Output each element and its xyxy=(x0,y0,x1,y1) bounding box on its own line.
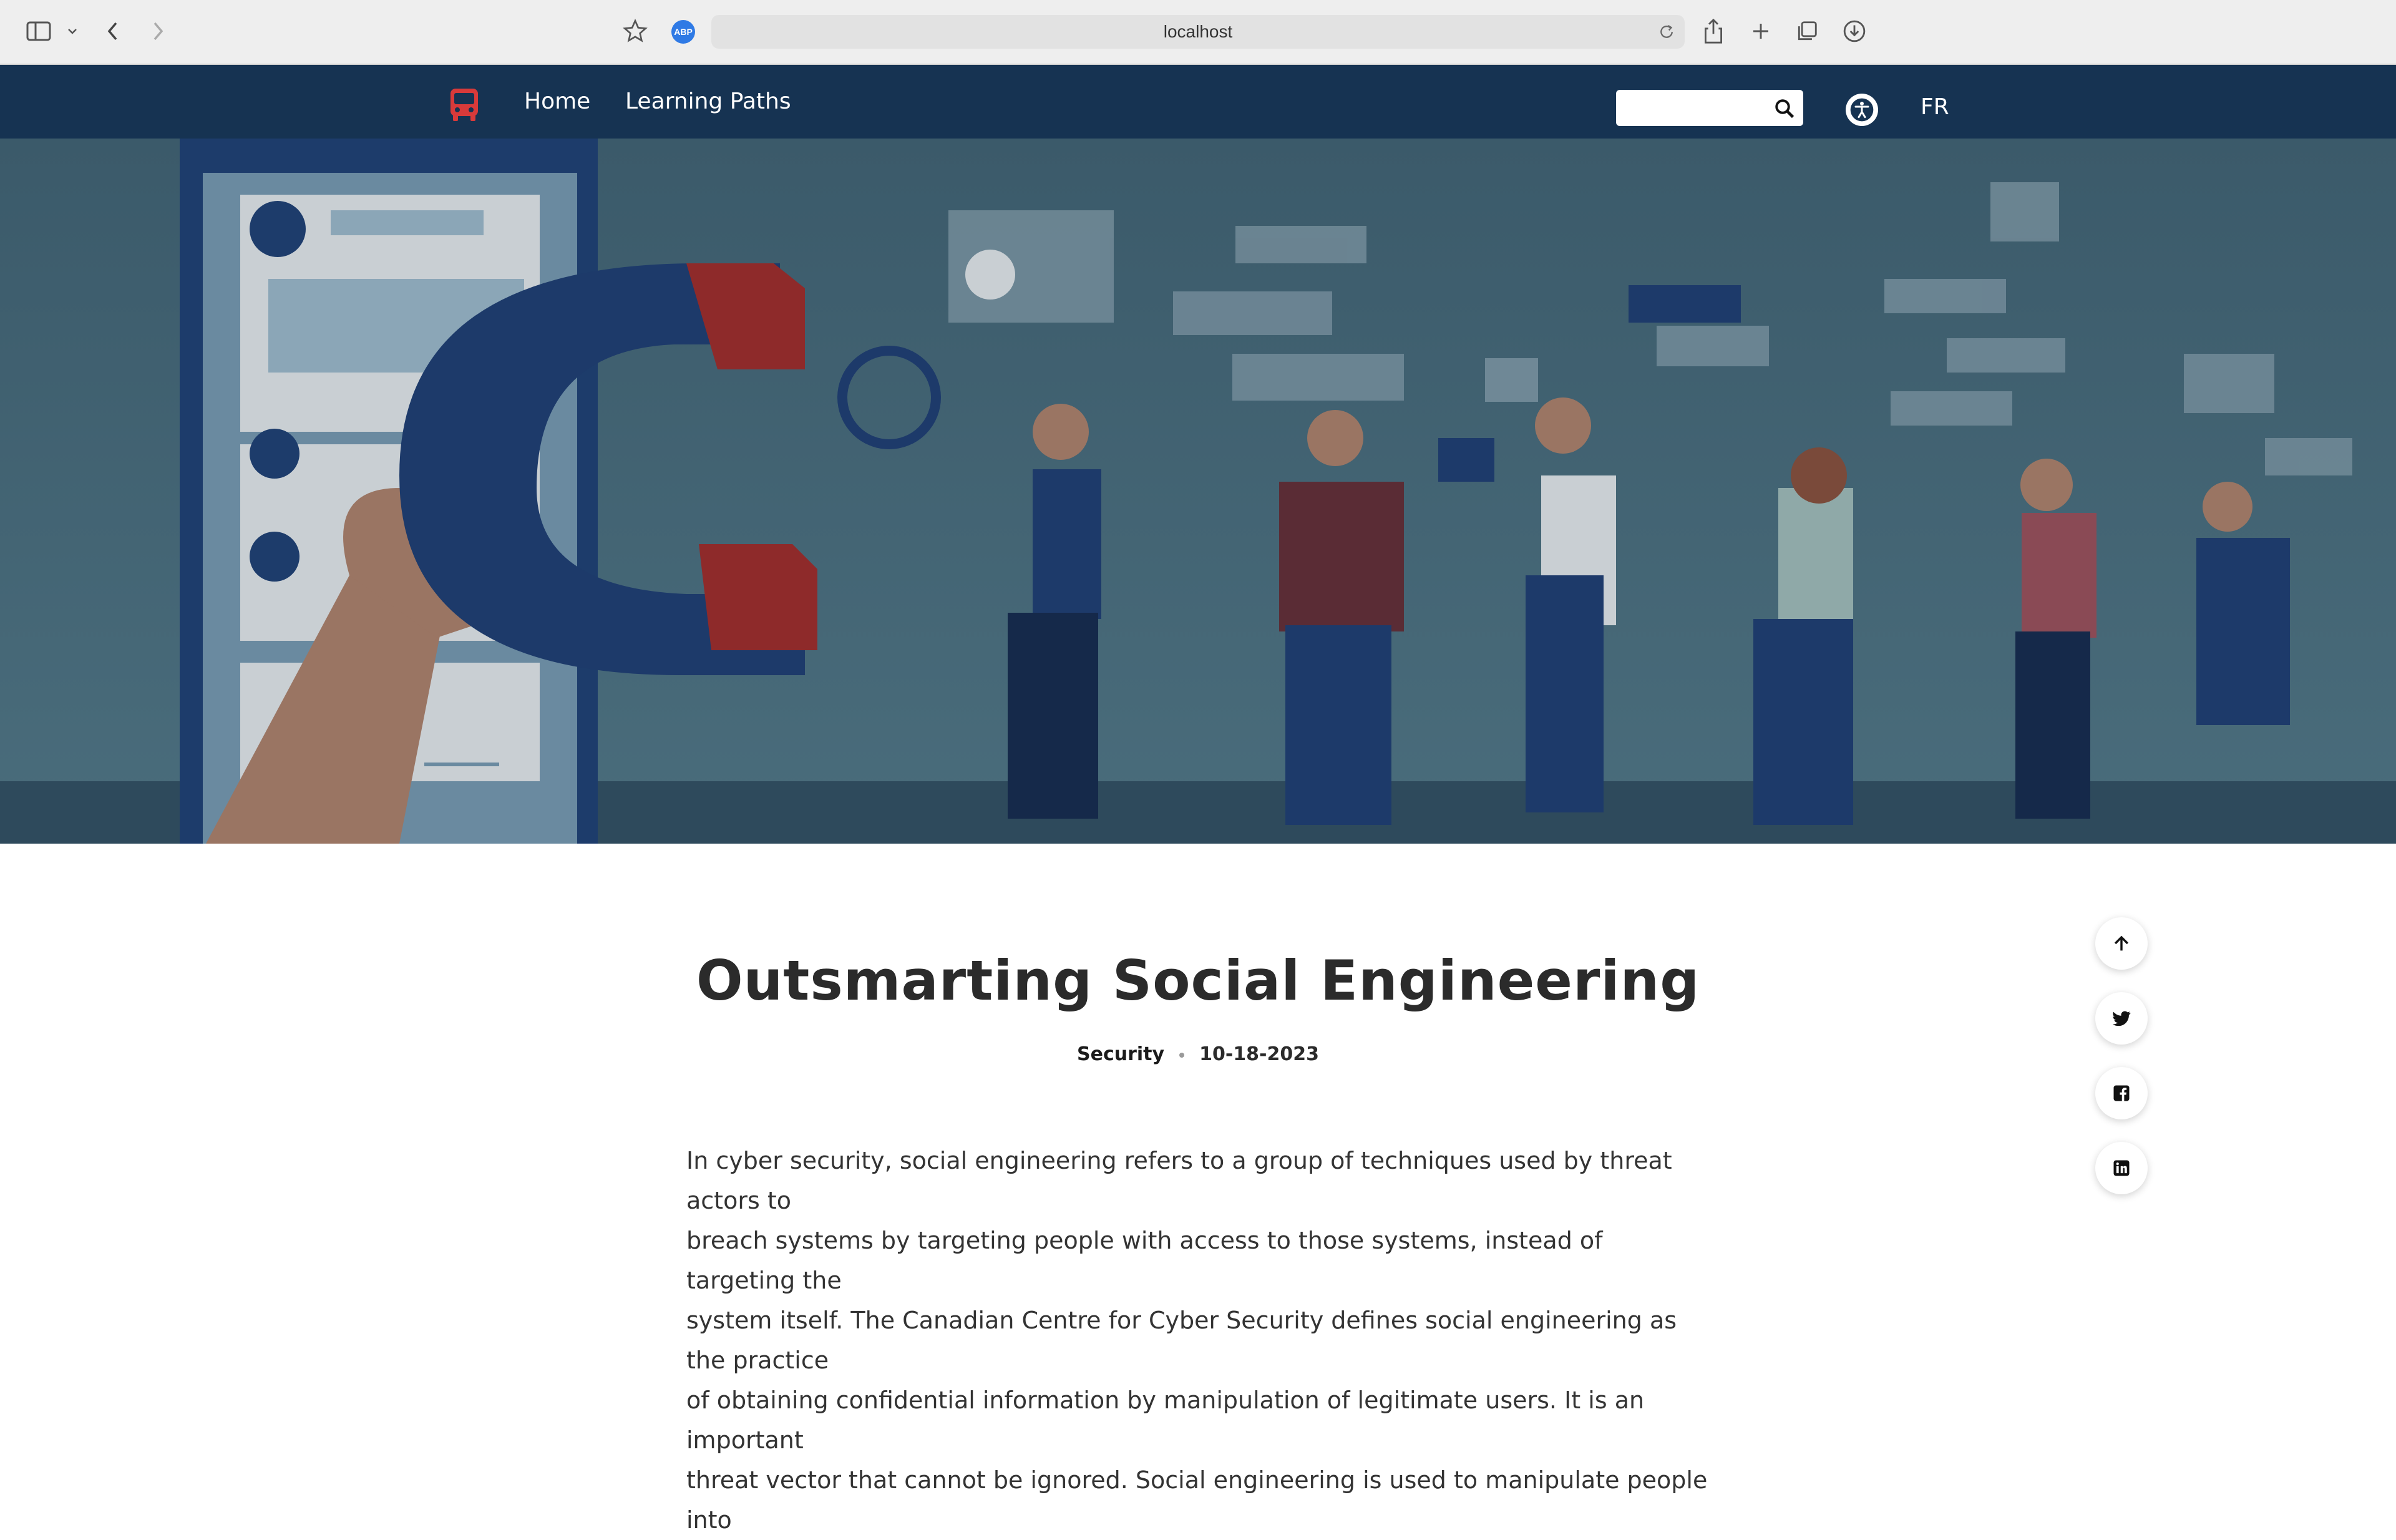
tabs-icon[interactable] xyxy=(1793,15,1821,47)
hero-illustration xyxy=(0,139,2396,844)
download-icon[interactable] xyxy=(1841,15,1868,47)
site-navbar: Home Learning Paths FR xyxy=(0,65,2396,139)
browser-toolbar: ABP localhost xyxy=(0,0,2396,65)
sidebar-icon[interactable] xyxy=(25,15,52,47)
body-line: of obtaining confidential information by… xyxy=(686,1386,1645,1454)
language-toggle[interactable]: FR xyxy=(1921,65,1949,150)
bus-icon[interactable] xyxy=(448,87,480,125)
body-line: system itself. The Canadian Centre for C… xyxy=(686,1307,1677,1374)
adblock-extension-icon[interactable]: ABP xyxy=(671,20,695,44)
article-body: In cyber security, social engineering re… xyxy=(686,1141,1716,1540)
body-line: threat vector that cannot be ignored. So… xyxy=(686,1466,1708,1534)
accessibility-icon[interactable] xyxy=(1846,94,1878,126)
publish-date: 10-18-2023 xyxy=(1199,1043,1319,1065)
back-to-top-button[interactable] xyxy=(2095,917,2148,970)
arrow-up-icon xyxy=(2114,935,2129,951)
body-line: In cyber security, social engineering re… xyxy=(686,1147,1672,1214)
search-box[interactable] xyxy=(1616,90,1803,126)
body-line: breach systems by targeting people with … xyxy=(686,1227,1603,1294)
reload-icon[interactable] xyxy=(1657,22,1676,41)
chevron-down-icon[interactable] xyxy=(65,15,80,47)
share-linkedin-button[interactable] xyxy=(2095,1142,2148,1194)
article-title: Outsmarting Social Engineering xyxy=(696,948,1700,1013)
twitter-icon xyxy=(2112,1011,2131,1026)
category-link[interactable]: Security xyxy=(1077,1043,1164,1065)
new-tab-icon[interactable] xyxy=(1747,15,1775,47)
separator-dot xyxy=(1179,1052,1185,1058)
share-twitter-button[interactable] xyxy=(2095,992,2148,1045)
url-text[interactable]: localhost xyxy=(711,15,1685,49)
address-bar[interactable]: localhost xyxy=(711,15,1685,49)
forward-icon[interactable] xyxy=(149,15,167,47)
nav-link-home[interactable]: Home xyxy=(524,65,590,139)
share-facebook-button[interactable] xyxy=(2095,1067,2148,1119)
star-icon[interactable] xyxy=(621,15,649,47)
search-icon[interactable] xyxy=(1773,97,1796,123)
nav-link-learning-paths[interactable]: Learning Paths xyxy=(625,65,791,139)
linkedin-icon xyxy=(2113,1160,2130,1176)
share-icon[interactable] xyxy=(1700,15,1727,47)
back-icon[interactable] xyxy=(104,15,122,47)
search-input[interactable] xyxy=(1616,90,1753,126)
article-meta: Security 10-18-2023 xyxy=(0,1043,2396,1065)
facebook-icon xyxy=(2113,1085,2130,1101)
